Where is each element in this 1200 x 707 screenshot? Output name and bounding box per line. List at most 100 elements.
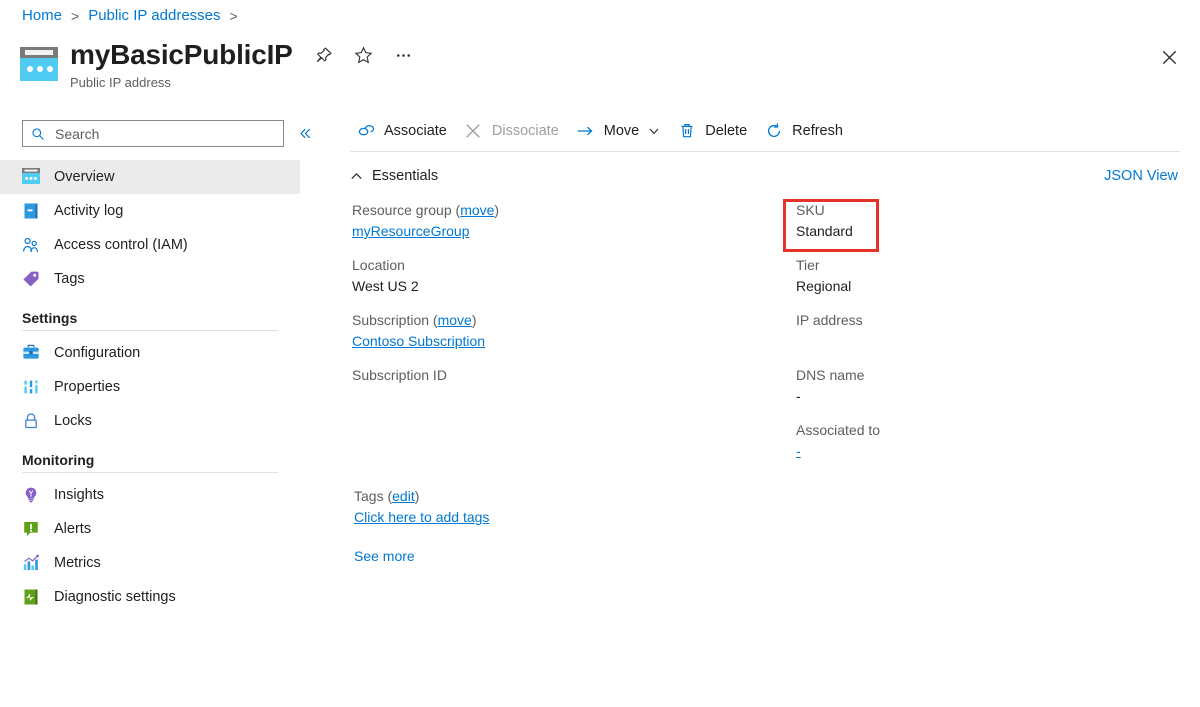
refresh-button[interactable]: Refresh [758,116,854,146]
field-value: Click here to add tags [354,507,489,528]
sidebar-item-label: Configuration [54,345,140,361]
edit-tags-link[interactable]: edit [392,488,415,504]
field-label-paren: ( [452,202,461,218]
sidebar-item-label: Overview [54,169,114,185]
public-ip-resource-icon [20,47,58,81]
subscription-link[interactable]: Contoso Subscription [352,333,485,349]
double-chevron-left-icon[interactable] [295,124,315,144]
delete-button[interactable]: Delete [671,116,758,146]
breadcrumb-separator-icon: > [71,8,79,24]
sidebar-item-diagnostic-settings[interactable]: Diagnostic settings [0,580,300,614]
field-value: Standard [796,221,1176,242]
field-label: IP address [796,310,1176,331]
associate-label: Associate [384,123,447,139]
field-label: Subscription (move) [352,310,772,331]
json-view-link[interactable]: JSON View [1104,168,1178,184]
link-chain-icon [356,122,375,141]
see-more-link[interactable]: See more [354,548,415,564]
associate-button[interactable]: Associate [350,116,458,146]
field-value [352,386,772,407]
configuration-icon [22,344,40,362]
close-icon[interactable] [1156,44,1182,70]
trash-icon [677,122,696,141]
field-sku: SKU Standard [796,200,1176,242]
breadcrumb: Home > Public IP addresses > [22,7,238,24]
sidebar-item-overview[interactable]: Overview [0,160,300,194]
tags-label-text: Tags [354,488,384,504]
sidebar-item-label: Insights [54,487,104,503]
field-value: - [796,386,1176,407]
field-label: Resource group (move) [352,200,772,221]
refresh-label: Refresh [792,123,843,139]
alerts-icon [22,520,40,538]
sidebar-item-activity-log[interactable]: Activity log [0,194,300,228]
sidebar-nav: Overview Activity log [0,160,300,614]
field-subscription: Subscription (move) Contoso Subscription [352,310,772,352]
sidebar-item-label: Tags [54,271,85,287]
sidebar-item-configuration[interactable]: Configuration [0,336,300,370]
sidebar-item-label: Activity log [54,203,123,219]
search-input[interactable] [53,125,275,143]
field-resource-group: Resource group (move) myResourceGroup [352,200,772,242]
sidebar-item-access-control[interactable]: Access control (IAM) [0,228,300,262]
field-label: Location [352,255,772,276]
diagnostic-settings-icon [22,588,40,606]
add-tags-link[interactable]: Click here to add tags [354,509,489,525]
favorite-star-icon[interactable] [353,44,375,66]
sidebar-section-monitoring: Monitoring [0,452,300,468]
arrow-right-icon [576,122,595,141]
insights-lightbulb-icon [22,486,40,504]
sidebar-item-properties[interactable]: Properties [0,370,300,404]
resource-group-link[interactable]: myResourceGroup [352,223,470,239]
field-value: - [796,441,1176,462]
page-title: myBasicPublicIP [70,38,293,72]
breadcrumb-separator-icon-2: > [230,8,238,24]
dissociate-label: Dissociate [492,123,559,139]
sidebar-item-label: Access control (IAM) [54,237,188,253]
field-label: Associated to [796,420,1176,441]
field-value: myResourceGroup [352,221,772,242]
sidebar-item-label: Properties [54,379,120,395]
associated-to-link[interactable]: - [796,443,801,459]
field-label-paren-close: ) [472,312,477,328]
sidebar-search-row [22,120,315,147]
sidebar-divider [22,472,278,473]
sidebar-item-insights[interactable]: Insights [0,478,300,512]
search-icon [31,127,45,141]
sidebar-item-locks[interactable]: Locks [0,404,300,438]
breadcrumb-item-home[interactable]: Home [22,7,62,24]
page-subtitle: Public IP address [70,75,415,90]
breadcrumb-item-public-ip-addresses[interactable]: Public IP addresses [88,7,220,24]
properties-icon [22,378,40,396]
field-label-paren-close: ) [494,202,499,218]
essentials-toggle[interactable]: Essentials [350,168,438,184]
chevron-up-icon [350,170,363,183]
field-label-text: Subscription [352,312,429,328]
sidebar-item-tags[interactable]: Tags [0,262,300,296]
field-label: SKU [796,200,1176,221]
activity-log-icon [22,202,40,220]
search-box[interactable] [22,120,284,147]
move-button[interactable]: Move [570,116,671,146]
field-tier: Tier Regional [796,255,1176,297]
sidebar-item-label: Locks [54,413,92,429]
more-ellipsis-icon[interactable] [393,44,415,66]
field-label-paren: ( [429,312,438,328]
field-subscription-id: Subscription ID [352,365,772,407]
essentials-right-column: SKU Standard Tier Regional IP address DN… [796,200,1176,475]
essentials-label: Essentials [372,168,438,184]
sidebar-item-alerts[interactable]: Alerts [0,512,300,546]
move-link[interactable]: move [438,312,472,328]
refresh-icon [764,122,783,141]
move-link[interactable]: move [460,202,494,218]
sidebar-divider [22,330,278,331]
field-value: West US 2 [352,276,772,297]
pin-icon[interactable] [313,44,335,66]
field-location: Location West US 2 [352,255,772,297]
chevron-down-icon[interactable] [648,125,660,137]
command-bar-divider [350,151,1180,152]
tags-icon [22,270,40,288]
field-label: Subscription ID [352,365,772,386]
access-control-icon [22,236,40,254]
sidebar-item-metrics[interactable]: Metrics [0,546,300,580]
